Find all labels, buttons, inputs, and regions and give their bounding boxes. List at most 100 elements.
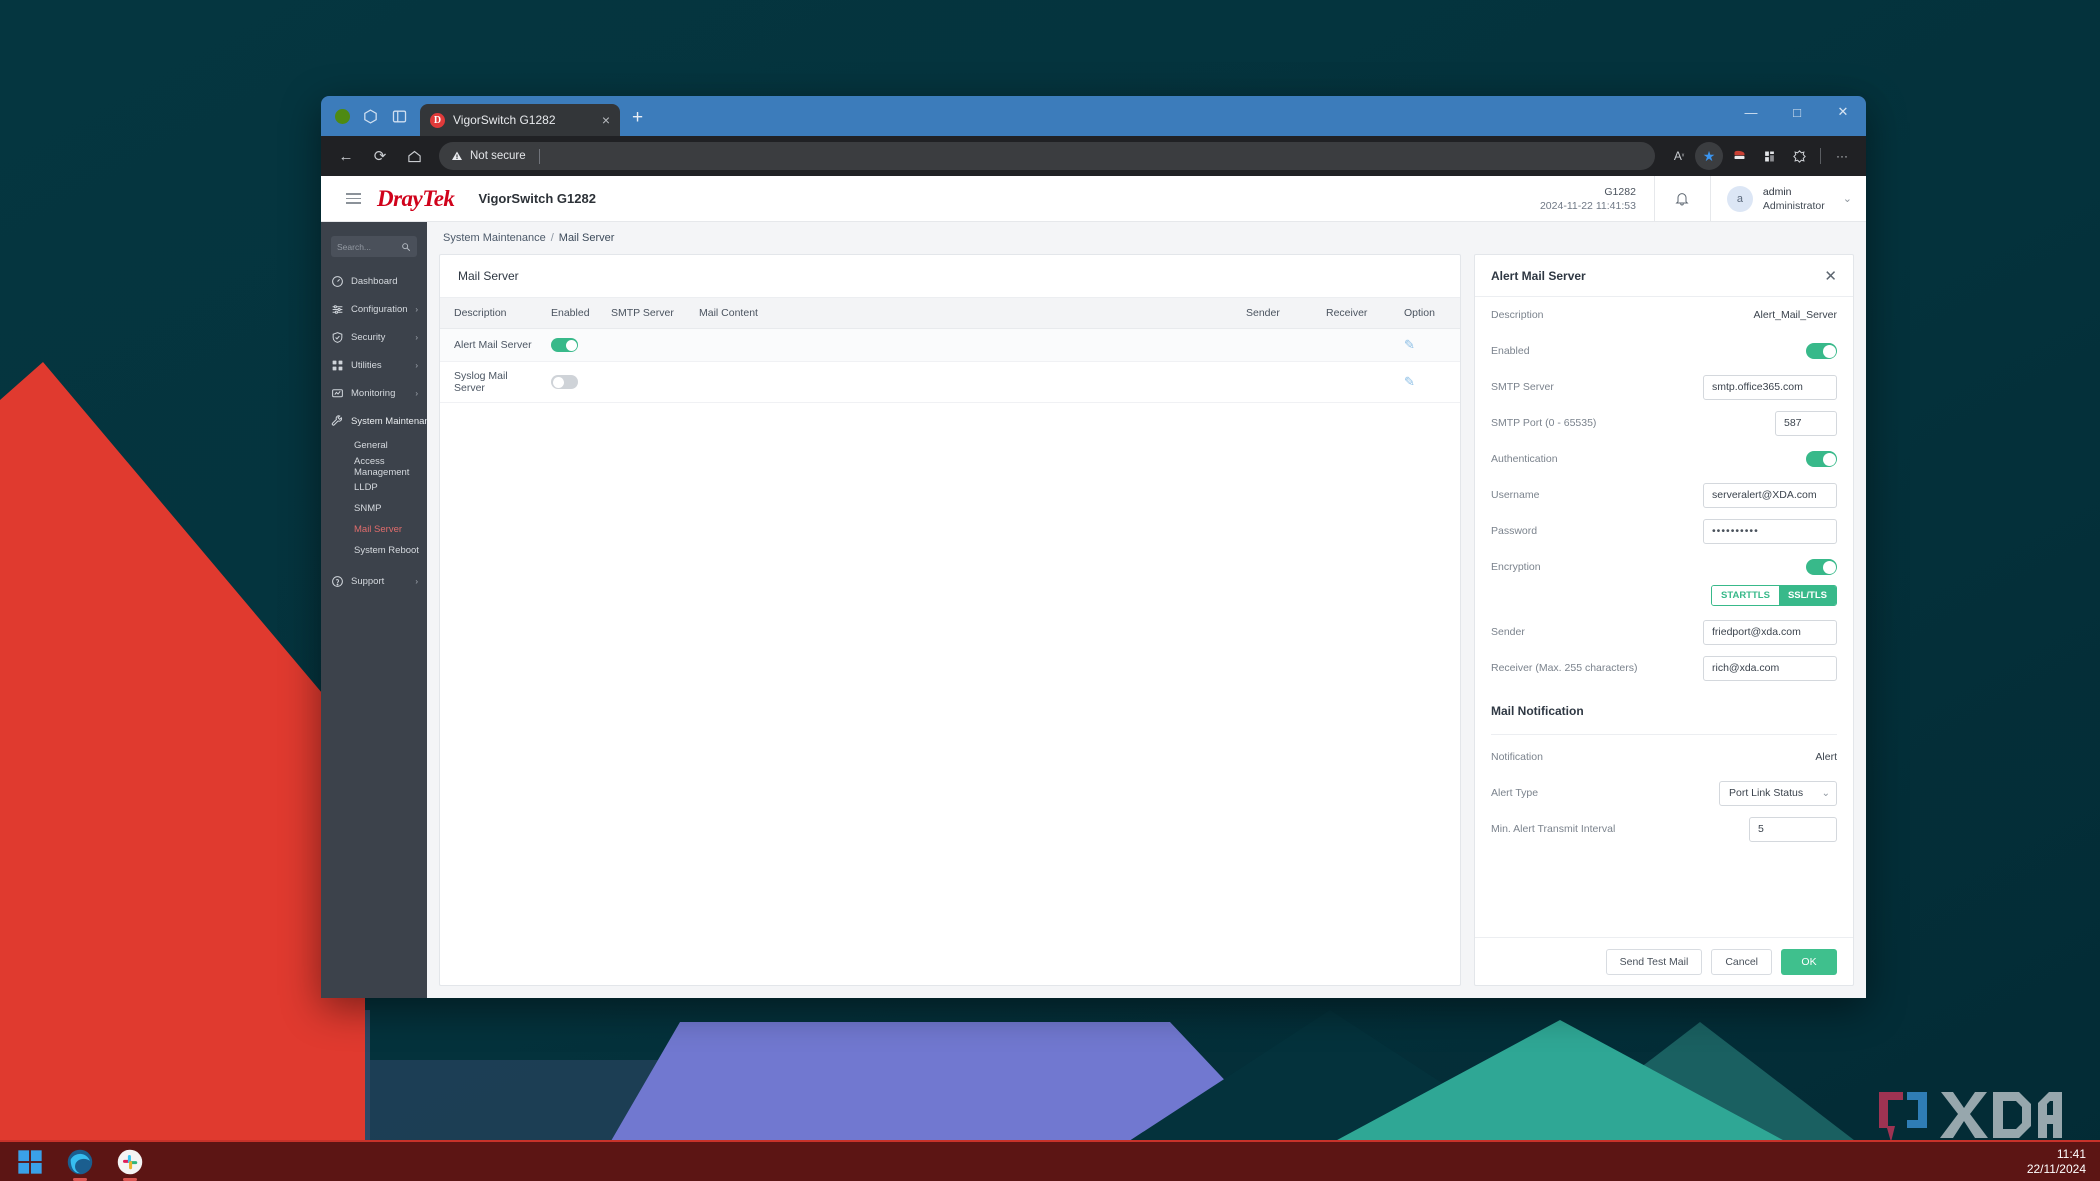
alert-type-select[interactable]: Port Link Status ⌄	[1719, 781, 1837, 806]
cell-enabled	[545, 362, 605, 403]
table-row[interactable]: Alert Mail Server	[440, 329, 1460, 362]
encryption-mode-group: STARTTLS SSL/TLS	[1491, 585, 1837, 614]
search-input[interactable]: Search...	[331, 236, 417, 257]
sidebar-label: Configuration	[351, 304, 408, 315]
sidebar-label: Support	[351, 576, 408, 587]
collections-icon[interactable]	[1755, 142, 1783, 170]
cell-option: ✎	[1398, 329, 1460, 362]
sidebar-item-general[interactable]: General	[321, 435, 427, 456]
window-maximize-button[interactable]: □	[1774, 96, 1820, 128]
edge-browser-icon[interactable]	[66, 1148, 94, 1176]
pencil-edit-icon[interactable]: ✎	[1404, 337, 1415, 352]
browser-essentials-icon[interactable]	[1785, 142, 1813, 170]
sidebar-item-monitoring[interactable]: Monitoring ›	[321, 379, 427, 407]
field-label: Min. Alert Transmit Interval	[1491, 823, 1739, 835]
sidebar-item-lldp[interactable]: LLDP	[321, 477, 427, 498]
row-enabled-toggle[interactable]	[551, 338, 578, 352]
extension-icon[interactable]	[1725, 142, 1753, 170]
omnibox-divider	[539, 149, 540, 164]
sidebar-item-utilities[interactable]: Utilities ›	[321, 351, 427, 379]
cell-option: ✎	[1398, 362, 1460, 403]
sidebar-item-security[interactable]: Security ›	[321, 323, 427, 351]
segment-starttls[interactable]: STARTTLS	[1712, 586, 1779, 605]
field-label: Receiver (Max. 255 characters)	[1491, 662, 1693, 674]
notifications-bell-icon[interactable]	[1655, 176, 1711, 222]
sidebar-item-support[interactable]: Support ›	[321, 567, 427, 595]
cancel-button[interactable]: Cancel	[1711, 949, 1772, 975]
sender-input[interactable]: friedport@xda.com	[1703, 620, 1837, 645]
enabled-toggle[interactable]	[1806, 343, 1837, 359]
encryption-toggle[interactable]	[1806, 559, 1837, 575]
app-header-right: G1282 2024-11-22 11:41:53 a admin A	[1540, 176, 1866, 222]
send-test-mail-button[interactable]: Send Test Mail	[1606, 949, 1703, 975]
receiver-input[interactable]: rich@xda.com	[1703, 656, 1837, 681]
back-button[interactable]: ←	[331, 141, 361, 171]
field-label: SMTP Server	[1491, 381, 1693, 393]
password-input[interactable]: ••••••••••	[1703, 519, 1837, 544]
segmented-control: STARTTLS SSL/TLS	[1711, 585, 1837, 606]
smtp-server-input[interactable]: smtp.office365.com	[1703, 375, 1837, 400]
sidebar-item-configuration[interactable]: Configuration ›	[321, 295, 427, 323]
th-enabled: Enabled	[545, 298, 605, 329]
authentication-toggle[interactable]	[1806, 451, 1837, 467]
card-title: Mail Server	[440, 255, 1460, 298]
system-info: G1282 2024-11-22 11:41:53	[1540, 176, 1655, 222]
split-screen-icon[interactable]	[391, 108, 408, 125]
field-receiver: Receiver (Max. 255 characters) rich@xda.…	[1491, 650, 1837, 686]
sidebar-item-mail-server[interactable]: Mail Server	[321, 519, 427, 540]
field-control	[1806, 559, 1837, 575]
user-account-menu[interactable]: a admin Administrator ⌄	[1711, 185, 1866, 213]
new-tab-button[interactable]: +	[620, 108, 653, 136]
sidebar-item-snmp[interactable]: SNMP	[321, 498, 427, 519]
omnibox-url-input[interactable]: Not secure	[439, 142, 1655, 170]
pencil-edit-icon[interactable]: ✎	[1404, 374, 1415, 389]
taskbar-clock[interactable]: 11:41 22/11/2024	[2027, 1147, 2086, 1177]
username-input[interactable]: serveralert@XDA.com	[1703, 483, 1837, 508]
field-label: Username	[1491, 489, 1693, 501]
tab-strip-left-controls	[329, 108, 420, 136]
chevron-down-icon[interactable]: ⌄	[1843, 192, 1852, 205]
grid-icon	[331, 359, 344, 372]
interval-input[interactable]: 5	[1749, 817, 1837, 842]
sidebar-item-access-management[interactable]: Access Management	[321, 456, 427, 477]
window-minimize-button[interactable]: —	[1728, 96, 1774, 128]
sidebar-item-system-reboot[interactable]: System Reboot	[321, 540, 427, 561]
sidebar-label: Dashboard	[351, 276, 411, 287]
segment-ssltls[interactable]: SSL/TLS	[1779, 586, 1836, 605]
ok-button[interactable]: OK	[1781, 949, 1837, 975]
more-options-icon[interactable]: ···	[1828, 142, 1856, 170]
cell-sender	[1240, 329, 1320, 362]
favorite-star-icon[interactable]: ★	[1695, 142, 1723, 170]
window-close-button[interactable]: ✕	[1820, 96, 1866, 128]
tab-title: VigorSwitch G1282	[453, 113, 592, 127]
alert-mail-server-drawer: Alert Mail Server ✕ Description Alert_Ma…	[1474, 254, 1854, 986]
cell-enabled	[545, 329, 605, 362]
cell-description: Syslog Mail Server	[440, 362, 545, 403]
xda-watermark	[1873, 1086, 2063, 1148]
hamburger-menu-icon[interactable]	[333, 193, 373, 204]
smtp-port-input[interactable]: 587	[1775, 411, 1837, 436]
read-aloud-icon[interactable]: Aᵛ	[1665, 142, 1693, 170]
breadcrumb-parent[interactable]: System Maintenance	[443, 232, 546, 244]
slack-icon[interactable]	[116, 1148, 144, 1176]
windows-start-icon[interactable]	[16, 1148, 44, 1176]
wrench-icon	[331, 415, 344, 428]
browser-tab-vigorswitch[interactable]: D VigorSwitch G1282 ×	[420, 104, 620, 136]
sidebar-item-dashboard[interactable]: Dashboard	[321, 267, 427, 295]
app-header: DrayTek VigorSwitch G1282 G1282 2024-11-…	[321, 176, 1866, 222]
warning-triangle-icon	[451, 150, 463, 162]
home-button[interactable]	[399, 141, 429, 171]
row-enabled-toggle[interactable]	[551, 375, 578, 389]
close-icon[interactable]: ✕	[1824, 267, 1837, 285]
sidebar-item-system-maintenance[interactable]: System Maintenance ⌄	[321, 407, 427, 435]
drawer-footer: Send Test Mail Cancel OK	[1475, 937, 1853, 985]
tab-close-icon[interactable]: ×	[600, 112, 612, 128]
drawer-header: Alert Mail Server ✕	[1475, 255, 1853, 297]
reload-button[interactable]: ⟳	[365, 141, 395, 171]
field-sender: Sender friedport@xda.com	[1491, 614, 1837, 650]
th-description: Description	[440, 298, 545, 329]
table-row[interactable]: Syslog Mail Server	[440, 362, 1460, 403]
cell-mail-content	[693, 329, 1240, 362]
field-label: SMTP Port (0 - 65535)	[1491, 417, 1765, 429]
vertical-tabs-icon[interactable]	[362, 108, 379, 125]
